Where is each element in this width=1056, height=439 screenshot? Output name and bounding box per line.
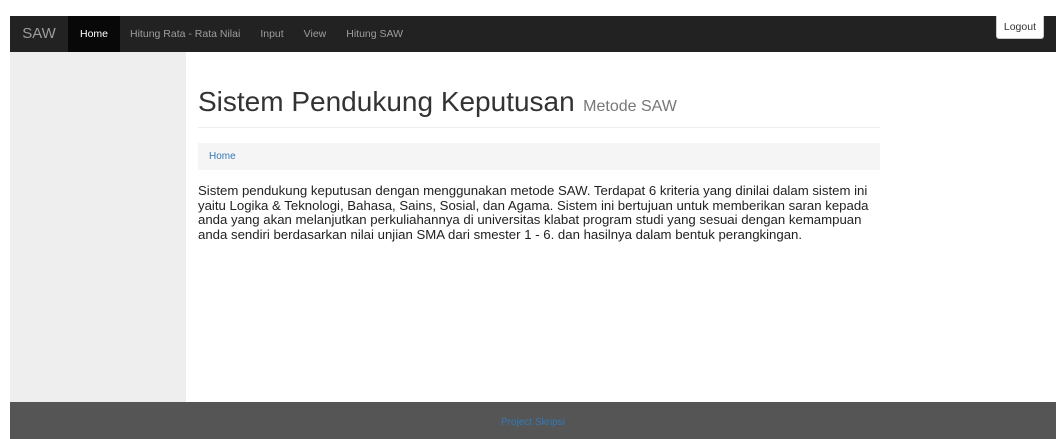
footer: Project Skripsi (10, 402, 1056, 439)
sidebar (10, 52, 186, 402)
page-subtitle: Metode SAW (583, 98, 677, 115)
nav-link-hitung-rata-rata-nilai[interactable]: Hitung Rata - Rata Nilai (120, 16, 250, 52)
top-navbar: SAW Home Hitung Rata - Rata Nilai Input … (10, 16, 1056, 52)
footer-text[interactable]: Project Skripsi (501, 417, 565, 428)
nav-link-home[interactable]: Home (68, 16, 121, 52)
nav-link-view[interactable]: View (294, 16, 337, 52)
breadcrumb: Home (198, 143, 880, 170)
breadcrumb-item-home[interactable]: Home (209, 151, 236, 162)
main-content: Sistem Pendukung Keputusan Metode SAW Ho… (198, 52, 880, 242)
nav-link-input[interactable]: Input (250, 16, 293, 52)
navbar-brand[interactable]: SAW (10, 16, 68, 52)
nav-link-hitung-saw[interactable]: Hitung SAW (336, 16, 413, 52)
page-header: Sistem Pendukung Keputusan Metode SAW (198, 86, 880, 128)
description-text: Sistem pendukung keputusan dengan menggu… (198, 183, 869, 242)
page-title: Sistem Pendukung Keputusan (198, 86, 575, 117)
page: SAW Home Hitung Rata - Rata Nilai Input … (0, 0, 1056, 439)
logout-button[interactable]: Logout (995, 16, 1044, 39)
navbar-links: Home Hitung Rata - Rata Nilai Input View… (68, 16, 413, 52)
